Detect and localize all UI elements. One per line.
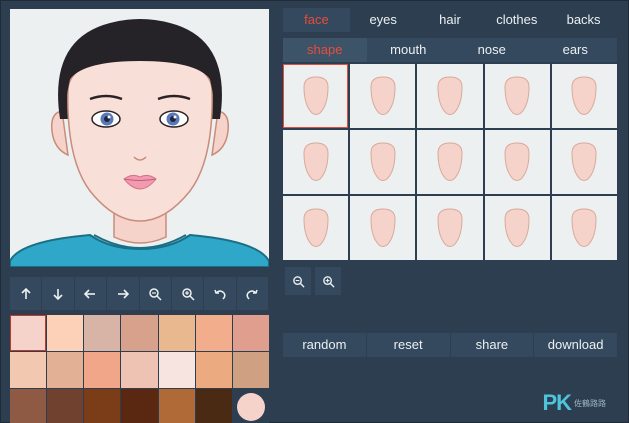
- face-shape-option[interactable]: [551, 196, 617, 260]
- arrow-up-icon: [21, 287, 31, 299]
- arrow-left-button[interactable]: [74, 277, 108, 310]
- color-circle: [236, 393, 265, 421]
- zoom-in-icon: [181, 287, 195, 301]
- redo-button[interactable]: [236, 277, 269, 310]
- arrow-down-icon: [53, 288, 63, 300]
- share-button[interactable]: share: [450, 333, 534, 357]
- face-shape-icon: [504, 208, 530, 247]
- undo-button[interactable]: [204, 277, 237, 310]
- face-shape-icon: [303, 142, 329, 181]
- face-shape-option[interactable]: [350, 64, 416, 128]
- zoom-in-button[interactable]: [171, 277, 205, 310]
- color-swatch[interactable]: [121, 315, 158, 351]
- color-swatch[interactable]: [232, 315, 269, 351]
- arrow-right-icon: [117, 288, 129, 299]
- arrow-right-button[interactable]: [107, 277, 140, 310]
- arrow-down-button[interactable]: [42, 277, 75, 310]
- face-shape-icon: [370, 76, 396, 115]
- reset-button[interactable]: reset: [366, 333, 450, 357]
- color-swatch[interactable]: [84, 352, 121, 388]
- face-shape-option[interactable]: [283, 130, 349, 194]
- face-shape-option[interactable]: [417, 130, 483, 194]
- arrow-left-icon: [84, 288, 96, 299]
- tab-backs[interactable]: backs: [550, 8, 617, 32]
- color-swatch[interactable]: [232, 352, 269, 388]
- tab-hair[interactable]: hair: [417, 8, 484, 32]
- color-swatch[interactable]: [121, 389, 158, 423]
- download-button[interactable]: download: [534, 333, 617, 357]
- color-swatches: [10, 315, 269, 423]
- face-shape-icon: [504, 142, 530, 181]
- color-swatch[interactable]: [195, 389, 232, 423]
- subtab-ears[interactable]: ears: [534, 38, 618, 62]
- face-shape-option[interactable]: [417, 64, 483, 128]
- face-shape-icon: [437, 208, 463, 247]
- face-shape-icon: [571, 76, 597, 115]
- color-swatch[interactable]: [10, 315, 47, 351]
- face-shape-icon: [370, 142, 396, 181]
- subtab-nose[interactable]: nose: [450, 38, 534, 62]
- undo-icon: [214, 289, 226, 300]
- avatar-preview: [10, 9, 269, 267]
- face-shape-option[interactable]: [551, 64, 617, 128]
- face-shape-icon: [370, 208, 396, 247]
- color-swatch[interactable]: [84, 389, 121, 423]
- face-shape-icon: [437, 142, 463, 181]
- tab-clothes[interactable]: clothes: [483, 8, 550, 32]
- face-shape-option[interactable]: [417, 196, 483, 260]
- face-shape-option[interactable]: [283, 196, 349, 260]
- redo-icon: [246, 289, 259, 300]
- sub-tabs: shape mouth nose ears: [283, 38, 617, 62]
- zoom-out-button[interactable]: [139, 277, 172, 310]
- face-shape-icon: [303, 208, 329, 247]
- color-swatch[interactable]: [158, 389, 195, 423]
- color-swatch[interactable]: [158, 352, 195, 388]
- color-swatch[interactable]: [84, 315, 121, 351]
- face-shape-option[interactable]: [350, 130, 416, 194]
- zoom-out-icon: [149, 287, 162, 301]
- color-swatch[interactable]: [10, 389, 47, 423]
- zoom-in-icon: [322, 275, 335, 288]
- face-shape-icon: [571, 208, 597, 247]
- action-bar: random reset share download: [283, 333, 617, 357]
- random-button[interactable]: random: [283, 333, 366, 357]
- shape-zoom-controls: [285, 267, 341, 295]
- avatar-face-drawing: [10, 19, 269, 267]
- color-swatch[interactable]: [158, 315, 195, 351]
- subtab-mouth[interactable]: mouth: [367, 38, 451, 62]
- zoom-out-icon: [292, 275, 305, 288]
- face-shape-option[interactable]: [283, 64, 349, 128]
- watermark-text: 佐鶴路路: [574, 398, 606, 408]
- color-swatch[interactable]: [10, 352, 47, 388]
- face-shape-option[interactable]: [484, 196, 550, 260]
- color-swatch[interactable]: [47, 315, 84, 351]
- face-shape-option[interactable]: [551, 130, 617, 194]
- face-shape-icon: [437, 76, 463, 115]
- color-swatch[interactable]: [47, 389, 84, 423]
- color-swatch[interactable]: [195, 352, 232, 388]
- subtab-shape[interactable]: shape: [283, 38, 367, 62]
- main-tabs: face eyes hair clothes backs: [283, 8, 617, 32]
- face-shape-option[interactable]: [484, 130, 550, 194]
- arrow-up-button[interactable]: [10, 277, 43, 310]
- watermark: PK 佐鶴路路: [542, 390, 606, 416]
- tab-face[interactable]: face: [283, 8, 350, 32]
- color-swatch[interactable]: [121, 352, 158, 388]
- face-shape-icon: [303, 76, 329, 115]
- color-swatch[interactable]: [47, 352, 84, 388]
- face-shape-grid: [283, 64, 617, 260]
- face-shape-icon: [504, 76, 530, 115]
- face-shape-option[interactable]: [484, 64, 550, 128]
- tab-eyes[interactable]: eyes: [350, 8, 417, 32]
- watermark-logo: PK: [542, 390, 572, 415]
- tool-bar: [10, 277, 269, 310]
- custom-color-swatch[interactable]: [232, 389, 269, 423]
- face-shape-option[interactable]: [350, 196, 416, 260]
- zoom-in-button[interactable]: [315, 267, 341, 295]
- face-shape-icon: [571, 142, 597, 181]
- zoom-out-button[interactable]: [285, 267, 311, 295]
- avatar-maker-app: face eyes hair clothes backs shape mouth nose e…: [0, 0, 629, 423]
- color-swatch[interactable]: [195, 315, 232, 351]
